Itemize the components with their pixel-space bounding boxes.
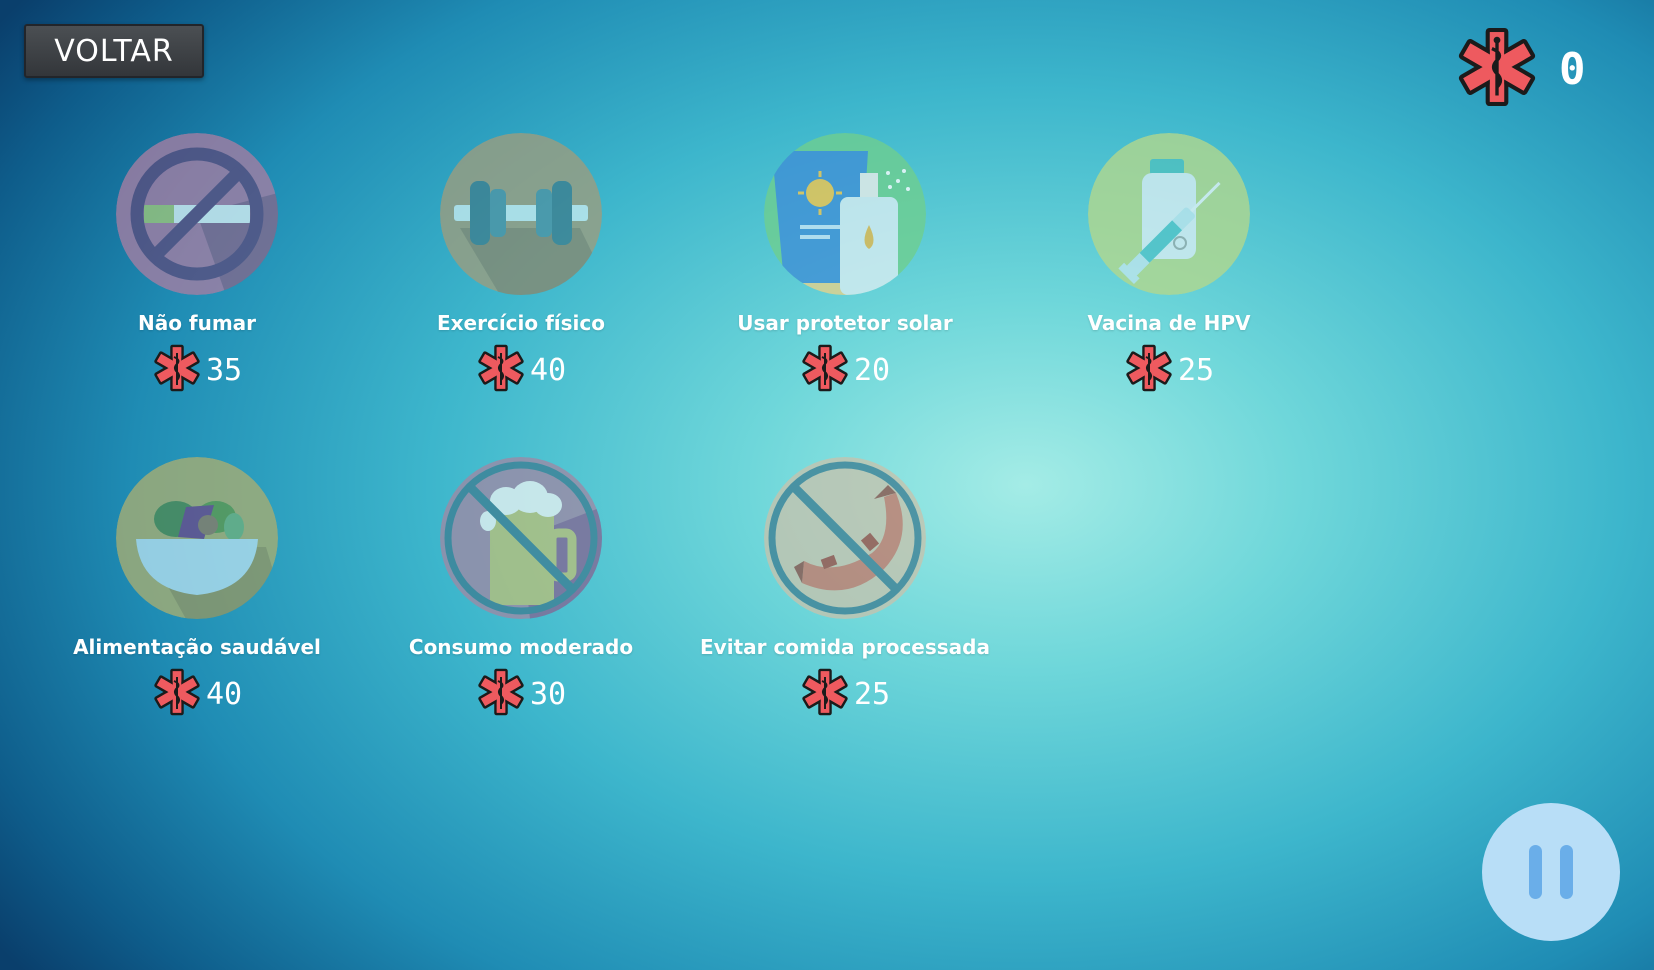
star-of-life-icon bbox=[152, 667, 202, 721]
item-cost-value: 30 bbox=[529, 676, 567, 712]
star-of-life-icon bbox=[476, 343, 526, 397]
item-cost: 25 bbox=[1124, 343, 1214, 397]
pause-icon bbox=[1560, 845, 1573, 899]
star-of-life-icon bbox=[476, 667, 526, 721]
shop-item-protetor-solar[interactable]: Usar protetor solar 20 bbox=[695, 133, 995, 397]
item-name: Evitar comida processada bbox=[700, 635, 990, 659]
score-value: 0 bbox=[1559, 43, 1586, 95]
item-cost-value: 25 bbox=[853, 676, 891, 712]
item-cost: 20 bbox=[800, 343, 890, 397]
item-cost-value: 20 bbox=[853, 352, 891, 388]
shop-item-exercicio-fisico[interactable]: Exercício físico 40 bbox=[371, 133, 671, 397]
item-cost-value: 40 bbox=[205, 676, 243, 712]
vaccine-icon bbox=[1088, 133, 1250, 295]
star-of-life-icon bbox=[152, 343, 202, 397]
sunscreen-icon bbox=[764, 133, 926, 295]
shop-item-alimentacao-saudavel[interactable]: Alimentação saudável 40 bbox=[47, 457, 347, 721]
shop-item-nao-fumar[interactable]: Não fumar 35 bbox=[47, 133, 347, 397]
item-cost: 25 bbox=[800, 667, 890, 721]
item-cost-value: 40 bbox=[529, 352, 567, 388]
item-name: Consumo moderado bbox=[408, 635, 634, 659]
item-name: Vacina de HPV bbox=[1087, 311, 1251, 335]
item-cost-value: 35 bbox=[205, 352, 243, 388]
item-name: Exercício físico bbox=[436, 311, 606, 335]
shop-item-consumo-moderado[interactable]: Consumo moderado 30 bbox=[371, 457, 671, 721]
item-name: Usar protetor solar bbox=[737, 311, 953, 335]
item-cost: 40 bbox=[152, 667, 242, 721]
star-of-life-icon bbox=[1455, 25, 1539, 113]
item-name: Não fumar bbox=[137, 311, 257, 335]
back-button[interactable]: VOLTAR bbox=[24, 24, 204, 78]
star-of-life-icon bbox=[800, 343, 850, 397]
item-name: Alimentação saudável bbox=[73, 635, 321, 659]
item-cost: 35 bbox=[152, 343, 242, 397]
star-of-life-icon bbox=[1124, 343, 1174, 397]
no-beer-icon bbox=[440, 457, 602, 619]
score-display: 0 bbox=[1455, 25, 1586, 113]
pause-icon bbox=[1529, 845, 1542, 899]
pause-button[interactable] bbox=[1482, 803, 1620, 941]
star-of-life-icon bbox=[800, 667, 850, 721]
dumbbell-icon bbox=[440, 133, 602, 295]
item-cost-value: 25 bbox=[1177, 352, 1215, 388]
shop-item-evitar-comida-processada[interactable]: Evitar comida processada 25 bbox=[695, 457, 995, 721]
salad-bowl-icon bbox=[116, 457, 278, 619]
item-cost: 30 bbox=[476, 667, 566, 721]
no-sausage-icon bbox=[764, 457, 926, 619]
item-cost: 40 bbox=[476, 343, 566, 397]
no-smoking-icon bbox=[116, 133, 278, 295]
shop-item-vacina-hpv[interactable]: Vacina de HPV 25 bbox=[1019, 133, 1319, 397]
